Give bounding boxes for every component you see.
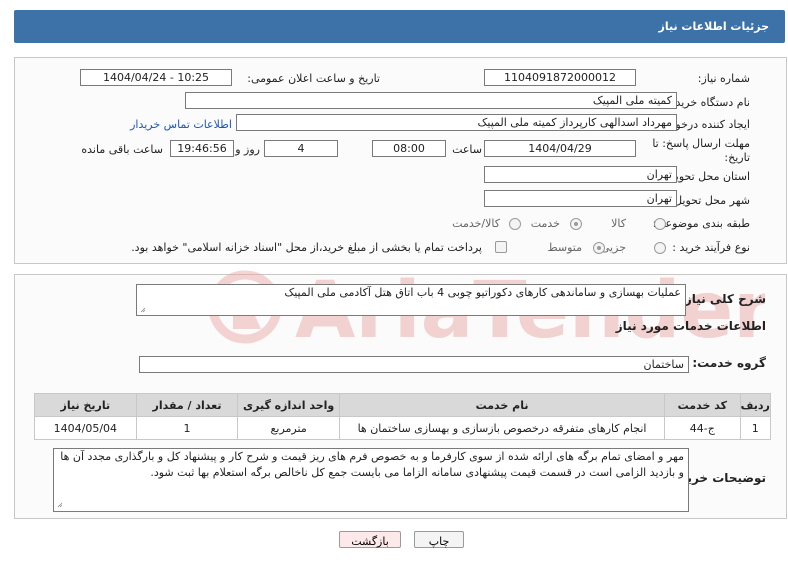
- table-row: 1404/05/04 1 مترمربع انجام کارهای متفرقه…: [34, 416, 772, 440]
- buyer-contact-link[interactable]: اطلاعات تماس خریدار: [130, 118, 232, 131]
- announce-datetime-field: 1404/04/24 - 10:25: [80, 69, 232, 86]
- remaining-time-label: ساعت باقی مانده: [81, 143, 163, 156]
- process-minor-radio[interactable]: [654, 242, 666, 254]
- deadline-label: مهلت ارسال پاسخ: تا: [652, 137, 750, 150]
- days-remaining-field: 4: [264, 140, 338, 157]
- page-header: جزئیات اطلاعات نیاز: [14, 10, 785, 43]
- cell-unit: مترمربع: [237, 416, 340, 440]
- summary-textarea[interactable]: عملیات بهسازی و ساماندهی کارهای دکوراتیو…: [136, 284, 686, 316]
- summary-label: شرح کلی نیاز:: [680, 292, 766, 306]
- buyer-org-field: کمیته ملی المپیک: [185, 92, 677, 109]
- print-button[interactable]: چاپ: [414, 531, 464, 548]
- category-service-radio[interactable]: [570, 218, 582, 230]
- resize-handle-icon[interactable]: [57, 502, 63, 508]
- category-service-label: خدمت: [530, 217, 560, 230]
- cell-qty: 1: [135, 416, 239, 440]
- deadline-time-label: ساعت: [452, 143, 482, 156]
- service-group-field: ساختمان: [139, 356, 689, 373]
- services-table-header: تاریخ نیاز تعداد / مقدار واحد اندازه گیر…: [34, 393, 772, 417]
- cell-name: انجام کارهای متفرقه درخصوص بازسازی و بهس…: [338, 416, 666, 440]
- remaining-time-field: 19:46:56: [170, 140, 234, 157]
- summary-text: عملیات بهسازی و ساماندهی کارهای دکوراتیو…: [284, 286, 681, 299]
- deadline-date-field: 1404/04/29: [484, 140, 636, 157]
- back-button[interactable]: بازگشت: [339, 531, 401, 548]
- category-goods-label: کالا: [611, 217, 626, 230]
- city-field: تهران: [484, 190, 677, 207]
- col-qty-header: تعداد / مقدار: [135, 393, 239, 417]
- treasury-payment-note: پرداخت تمام یا بخشی از مبلغ خرید،از محل …: [131, 241, 482, 254]
- province-field: تهران: [484, 166, 677, 183]
- city-label: شهر محل تحویل:: [670, 194, 750, 207]
- page-title: جزئیات اطلاعات نیاز: [658, 20, 770, 33]
- process-medium-radio[interactable]: [593, 242, 605, 254]
- resize-handle-icon[interactable]: [140, 307, 146, 313]
- process-type-label: نوع فرآیند خرید :: [672, 241, 750, 254]
- col-date-header: تاریخ نیاز: [34, 393, 137, 417]
- category-goods-radio[interactable]: [654, 218, 666, 230]
- cell-code: ج-44: [664, 416, 741, 440]
- treasury-payment-checkbox[interactable]: [495, 241, 507, 253]
- deadline-time-field: 08:00: [372, 140, 446, 157]
- cell-row: 1: [739, 416, 772, 440]
- announce-datetime-label: تاریخ و ساعت اعلان عمومی:: [247, 72, 380, 85]
- cell-date: 1404/05/04: [34, 416, 137, 440]
- service-group-label: گروه خدمت:: [692, 356, 766, 370]
- process-medium-label: متوسط: [547, 241, 582, 254]
- need-number-field: 1104091872000012: [484, 69, 636, 86]
- col-name-header: نام خدمت: [338, 393, 666, 417]
- category-label: طبقه بندی موضوعی:: [652, 217, 750, 230]
- col-unit-header: واحد اندازه گیری: [237, 393, 340, 417]
- days-label: روز و: [235, 143, 260, 156]
- deadline-date-suffix-label: تاریخ:: [724, 151, 750, 164]
- col-row-header: ردیف: [739, 393, 772, 417]
- buyer-notes-text: مهر و امضای تمام برگه های ارائه شده از س…: [60, 450, 684, 479]
- buyer-notes-textarea[interactable]: مهر و امضای تمام برگه های ارائه شده از س…: [53, 448, 689, 512]
- category-goods-service-label: کالا/خدمت: [452, 217, 500, 230]
- services-section-title: اطلاعات خدمات مورد نیاز: [615, 319, 766, 333]
- col-code-header: کد خدمت: [664, 393, 741, 417]
- category-goods-service-radio[interactable]: [509, 218, 521, 230]
- requester-field: مهرداد اسدالهی کارپرداز کمیته ملی المپیک: [236, 114, 677, 131]
- services-table: تاریخ نیاز تعداد / مقدار واحد اندازه گیر…: [34, 393, 772, 440]
- need-info-panel: [14, 57, 787, 264]
- need-number-label: شماره نیاز:: [697, 72, 750, 85]
